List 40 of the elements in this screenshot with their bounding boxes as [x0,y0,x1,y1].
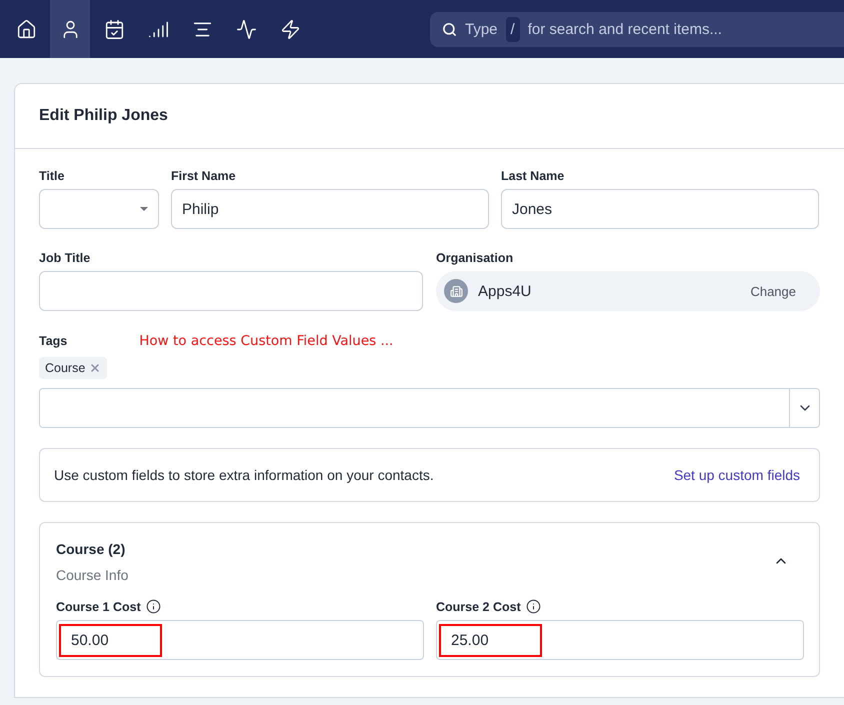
notice-text: Use custom fields to store extra information on your contacts. [54,467,434,483]
group-subtitle: Course Info [56,567,128,583]
field-label: Organisation [436,251,514,265]
input-field[interactable] [39,271,423,311]
input-field[interactable]: Philip [171,189,489,229]
field-value: 25.00 [439,624,542,656]
info-icon[interactable] [526,599,541,614]
field-label: Title [39,169,66,183]
search-placeholder: Type [465,21,498,38]
lightning-icon [280,18,300,40]
home-icon [16,18,36,40]
field-label: Tags [39,334,68,348]
shortcut-key: / [506,17,520,42]
field-label: Last Name [501,169,566,183]
annotation-text: How to access Custom Field Values ... [139,333,394,349]
card-title: Edit Philip Jones [15,84,844,149]
field-value: 50.00 [59,624,162,656]
change-button[interactable]: Change [744,282,802,300]
search-icon [442,22,457,37]
search-field[interactable]: Type / for search and recent items... [430,12,844,47]
field-label: Job Title [39,251,92,265]
field-label: First Name [171,169,237,183]
field-label: Course 2 Cost [436,600,521,614]
field-label: Course 1 Cost [56,600,141,614]
organisation-field[interactable]: Apps4U Change [436,271,820,311]
organisation-name: Apps4U [478,282,532,300]
dropdown-icon [140,207,148,211]
search-placeholder: for search and recent items... [528,21,722,38]
remove-tag-button[interactable] [89,362,102,374]
input-field[interactable]: Jones [501,189,819,229]
group-title: Course (2) [56,541,126,557]
setup-link[interactable]: Set up custom fields [674,467,800,483]
building-icon [444,279,468,303]
input-field[interactable]: 25.00 [436,620,804,660]
info-icon[interactable] [146,599,161,614]
nav-button[interactable] [50,0,90,58]
pulse-line-icon [236,18,256,40]
tag-label: Course [45,361,86,375]
input-field[interactable]: 50.00 [56,620,424,660]
calendar-icon [104,18,124,40]
